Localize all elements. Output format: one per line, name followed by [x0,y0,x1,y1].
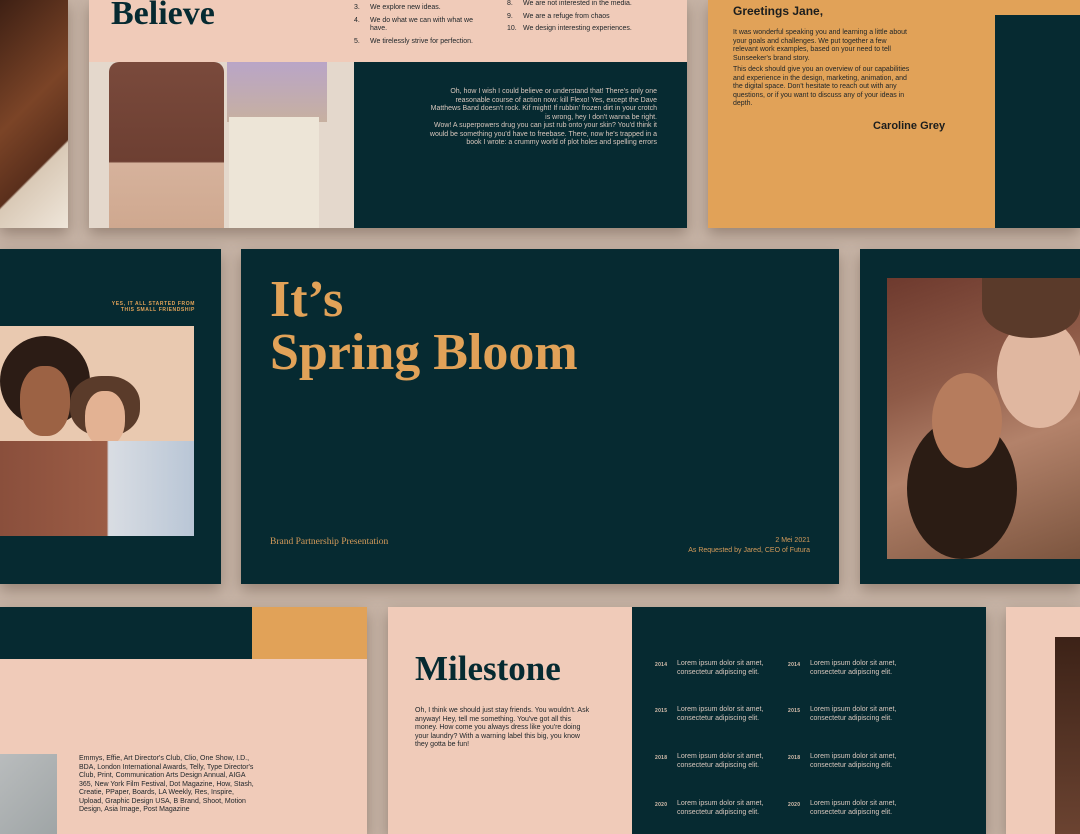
awards-teal-bar [0,607,252,659]
cover-title-line-2: Spring Bloom [270,324,578,381]
cover-requested: As Requested by Jared, CEO of Futura [688,547,810,554]
cover-date: 2 Mei 2021 [775,537,810,544]
believe-text-panel: Oh, how I wish I could believe or unders… [354,62,687,228]
slide-friendship[interactable]: YES, IT ALL STARTED FROM THIS SMALL FRIE… [0,249,221,584]
greeting-heading: Greetings Jane, [733,4,824,18]
photo-two-women-standing [89,62,354,228]
caption-line-2: THIS SMALL FRIENDSHIP [120,307,195,313]
believe-paragraph-2: Wow! A superpowers drug you can just rub… [429,122,657,146]
slide-greeting[interactable]: Greetings Jane, It was wonderful speakin… [708,0,1080,228]
timeline-text: Lorem ipsum dolor sit amet, consectetur … [810,753,897,769]
list-item: 10. We design interesting experiences. [507,25,632,32]
cover-subtitle: Brand Partnership Presentation [270,537,389,547]
timeline-year: 2018 [788,755,801,761]
timeline-text: Lorem ipsum dolor sit amet, consectetur … [677,706,764,722]
cover-title-line-1: It’s [270,271,344,328]
timeline-year: 2018 [655,755,668,761]
milestone-timeline-panel: 2014 Lorem ipsum dolor sit amet, consect… [632,607,986,834]
believe-title: Believe [111,0,215,32]
list-item: 8. We are not interested in the media. [507,0,632,7]
cover-meta: 2 Mei 2021 As Requested by Jared, CEO of… [688,536,810,556]
greeting-signature: Caroline Grey [873,120,946,132]
timeline-text: Lorem ipsum dolor sit amet, consectetur … [810,800,897,816]
greeting-para-2: This deck should give you an overview of… [733,66,910,107]
timeline-year: 2015 [788,708,801,714]
photo-women-lying [887,278,1080,559]
slide-left-partial[interactable] [0,0,68,228]
believe-list-right: 8. We are not interested in the media. 9.… [507,0,677,34]
greeting-teal-bar [995,15,1080,228]
cover-title: It’s Spring Bloom [270,273,578,379]
slide-photo-right[interactable] [860,249,1080,584]
milestone-intro: Oh, I think we should just stay friends.… [415,707,590,748]
believe-list-left: 3. We explore new ideas. 4. We do what we … [354,4,474,46]
photo-warm-portrait [0,0,68,228]
awards-orange-block [252,607,367,659]
timeline-text: Lorem ipsum dolor sit amet, consectetur … [677,800,764,816]
photo-grey-texture [0,754,57,834]
timeline-text: Lorem ipsum dolor sit amet, consectetur … [677,660,764,676]
timeline-text: Lorem ipsum dolor sit amet, consectetur … [810,706,897,722]
slide-milestone[interactable]: Milestone Oh, I think we should just sta… [388,607,986,834]
list-item: 3. We explore new ideas. [354,4,441,11]
timeline-year: 2014 [655,662,668,668]
photo-partial-dark [1055,637,1080,834]
timeline-year: 2014 [788,662,801,668]
greeting-para-1: It was wonderful speaking you and learni… [733,29,907,62]
timeline-year: 2020 [655,802,668,808]
timeline-text: Lorem ipsum dolor sit amet, consectetur … [677,753,764,769]
slide-right-partial[interactable] [1006,607,1080,834]
list-item: 4. We do what we can with what we have. [354,16,473,33]
slide-cover[interactable]: It’s Spring Bloom Brand Partnership Pres… [241,249,839,584]
photo-two-friends [0,326,194,536]
slide-believe[interactable]: Believe 3. We explore new ideas. 4. We do … [89,0,687,228]
believe-paragraph-1: Oh, how I wish I could believe or unders… [430,88,657,121]
timeline-year: 2020 [788,802,801,808]
timeline-text: Lorem ipsum dolor sit amet, consectetur … [810,660,897,676]
milestone-title: Milestone [415,649,561,688]
slide-awards[interactable]: Emmys, Effie, Art Director's Club, Clio,… [0,607,367,834]
awards-list: Emmys, Effie, Art Director's Club, Clio,… [79,755,254,813]
friendship-caption: YES, IT ALL STARTED FROM THIS SMALL FRIE… [112,301,195,313]
list-item: 5. We tirelessly strive for perfection. [354,37,473,45]
timeline-year: 2015 [655,708,668,714]
list-item: 9. We are a refuge from chaos [507,12,610,20]
